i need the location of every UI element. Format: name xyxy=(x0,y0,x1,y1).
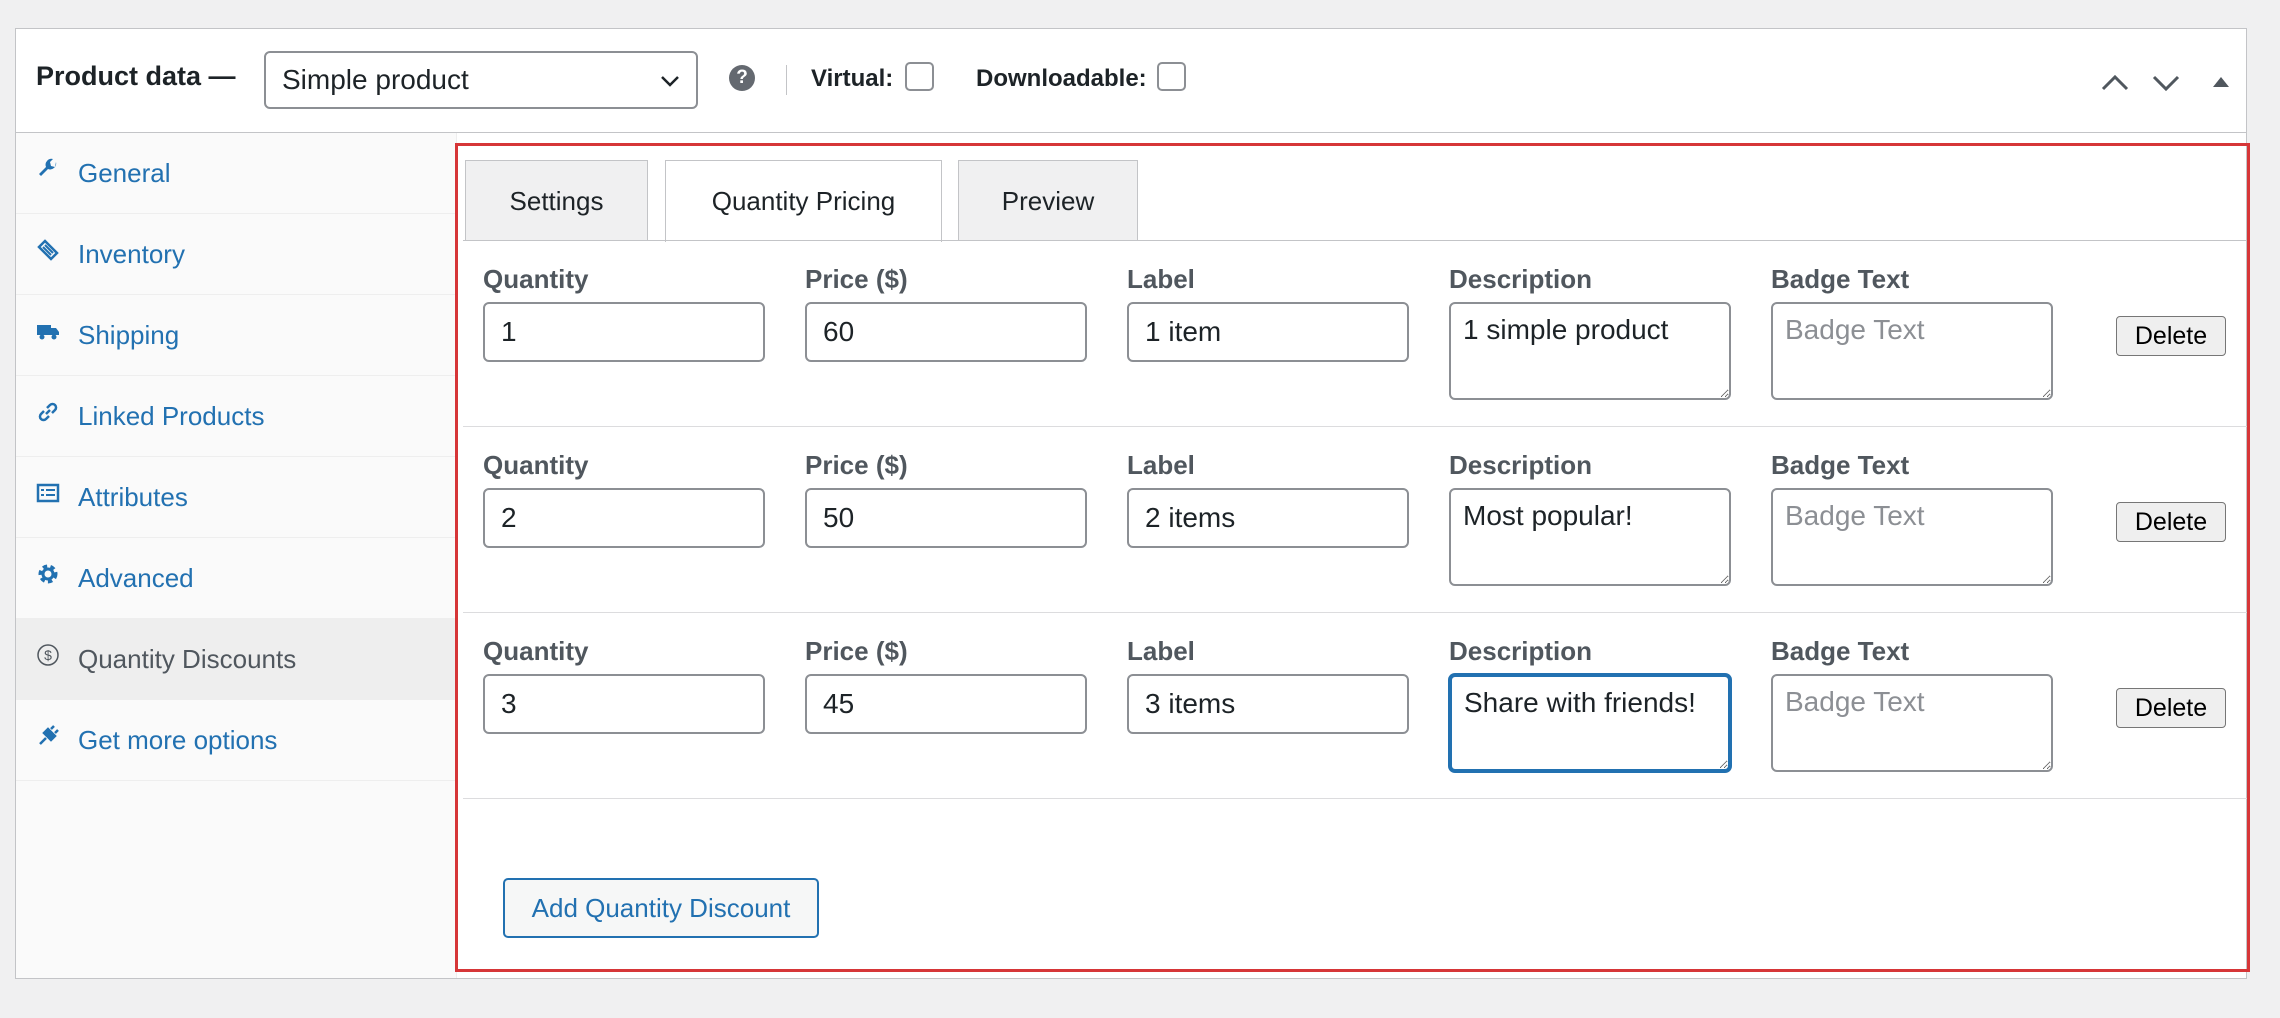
sidebar-item-label: Attributes xyxy=(78,482,188,512)
sidebar-item-get-more-options[interactable]: Get more options xyxy=(16,700,456,781)
sidebar-item-advanced[interactable]: Advanced xyxy=(16,538,456,619)
tag-icon xyxy=(37,239,59,261)
sidebar-item-general[interactable]: General xyxy=(16,133,456,214)
collapse-toggle-icon[interactable] xyxy=(2205,69,2237,95)
downloadable-checkbox[interactable] xyxy=(1157,62,1186,91)
sidebar-item-label: Linked Products xyxy=(78,401,265,431)
downloadable-label: Downloadable: xyxy=(976,65,1147,92)
delete-button[interactable]: Delete xyxy=(2116,688,2226,728)
quantity-input[interactable] xyxy=(483,302,765,362)
sidebar-item-label: Quantity Discounts xyxy=(78,644,297,674)
price-input[interactable] xyxy=(805,488,1087,548)
description-textarea[interactable]: Most popular! xyxy=(1449,488,1731,586)
badge-text-label: Badge Text xyxy=(1771,264,1910,294)
sidebar-item-shipping[interactable]: Shipping xyxy=(16,295,456,376)
delete-button[interactable]: Delete xyxy=(2116,502,2226,542)
list-icon xyxy=(36,483,60,503)
product-type-value: Simple product xyxy=(282,64,469,95)
discount-row: Quantity Price ($) Label Description Most… xyxy=(463,426,2247,613)
gear-icon xyxy=(38,564,58,584)
label-label: Label xyxy=(1127,264,1195,294)
svg-text:$: $ xyxy=(44,647,52,663)
sidebar-item-inventory[interactable]: Inventory xyxy=(16,214,456,295)
badge-text-label: Badge Text xyxy=(1771,450,1910,480)
description-label: Description xyxy=(1449,450,1593,480)
quantity-input[interactable] xyxy=(483,674,765,734)
price-label: Price ($) xyxy=(805,450,908,480)
virtual-label: Virtual: xyxy=(811,65,894,92)
link-icon xyxy=(38,402,58,422)
label-label: Label xyxy=(1127,636,1195,666)
price-label: Price ($) xyxy=(805,636,908,666)
sidebar-item-label: General xyxy=(78,158,171,188)
chevron-down-icon xyxy=(661,76,679,87)
sidebar-item-quantity-discounts[interactable]: $ Quantity Discounts xyxy=(16,619,456,700)
label-input[interactable] xyxy=(1127,674,1409,734)
truck-icon xyxy=(37,325,59,340)
help-icon[interactable]: ? xyxy=(729,65,755,91)
product-type-select[interactable]: Simple product xyxy=(264,51,698,109)
sidebar-item-attributes[interactable]: Attributes xyxy=(16,457,456,538)
label-label: Label xyxy=(1127,450,1195,480)
move-down-icon[interactable] xyxy=(2150,69,2182,95)
add-quantity-discount-button[interactable]: Add Quantity Discount xyxy=(503,878,819,938)
badge-text-textarea[interactable] xyxy=(1771,488,2053,586)
product-data-title: Product data — xyxy=(36,61,236,91)
description-label: Description xyxy=(1449,636,1593,666)
sidebar-item-label: Shipping xyxy=(78,320,180,350)
sidebar-item-linked-products[interactable]: Linked Products xyxy=(16,376,456,457)
description-textarea[interactable]: Share with friends! xyxy=(1449,674,1731,772)
price-input[interactable] xyxy=(805,302,1087,362)
badge-text-textarea[interactable] xyxy=(1771,674,2053,772)
wrench-icon xyxy=(39,158,57,176)
virtual-checkbox[interactable] xyxy=(905,62,934,91)
quantity-discounts-panel: Settings Quantity Pricing Preview Quanti… xyxy=(455,143,2250,972)
sidebar-item-label: Inventory xyxy=(78,239,185,269)
sidebar-item-label: Advanced xyxy=(78,563,194,593)
quantity-label: Quantity xyxy=(483,264,589,294)
delete-button[interactable]: Delete xyxy=(2116,316,2226,356)
tab-preview[interactable]: Preview xyxy=(958,160,1138,240)
discount-row: Quantity Price ($) Label Description Shar… xyxy=(463,612,2247,799)
quantity-label: Quantity xyxy=(483,636,589,666)
description-textarea[interactable]: 1 simple product xyxy=(1449,302,1731,400)
discount-row: Quantity Price ($) Label Description 1 si… xyxy=(463,240,2247,427)
badge-text-textarea[interactable] xyxy=(1771,302,2053,400)
tab-settings[interactable]: Settings xyxy=(465,160,648,240)
quantity-input[interactable] xyxy=(483,488,765,548)
label-input[interactable] xyxy=(1127,302,1409,362)
dollar-icon: $ xyxy=(37,644,59,666)
header-divider xyxy=(786,65,787,95)
description-label: Description xyxy=(1449,264,1593,294)
price-input[interactable] xyxy=(805,674,1087,734)
label-input[interactable] xyxy=(1127,488,1409,548)
tab-quantity-pricing[interactable]: Quantity Pricing xyxy=(665,160,942,242)
badge-text-label: Badge Text xyxy=(1771,636,1910,666)
move-up-icon[interactable] xyxy=(2099,69,2131,95)
sidebar-item-label: Get more options xyxy=(78,725,278,755)
product-data-header: Product data — Simple product ? Virtual:… xyxy=(16,29,2246,133)
product-data-tabs: General Inventory Shipping Linked Produc… xyxy=(16,133,457,978)
plugin-icon xyxy=(39,725,59,745)
quantity-label: Quantity xyxy=(483,450,589,480)
price-label: Price ($) xyxy=(805,264,908,294)
